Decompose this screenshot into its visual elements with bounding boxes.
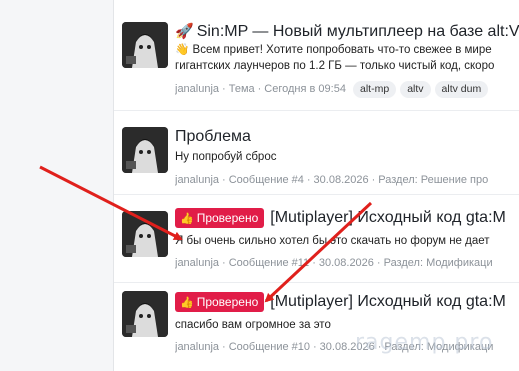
result-meta: janalunja · Сообщение #11 · 30.08.2026 · Разде… <box>175 257 493 269</box>
search-results-panel: 🚀 Sin:MP — Новый мультиплеер на базе alt:… <box>113 0 519 371</box>
thumbs-up-icon: 👍 <box>180 297 194 309</box>
search-result[interactable]: Проблема Ну попробуй сброс janalunja · Соо… <box>114 111 519 195</box>
rocket-icon: 🚀 <box>175 23 194 40</box>
result-title[interactable]: 👍 Проверено [Mutiplayer] Исходный код gta:… <box>175 292 519 312</box>
section-link[interactable]: Раздел: Модификаци <box>384 257 493 269</box>
thumbs-up-icon: 👍 <box>180 213 194 225</box>
result-snippet-line2: гигантских лаунчеров по 1.2 ГБ — только … <box>175 60 495 72</box>
user-avatar[interactable] <box>122 127 168 173</box>
search-result[interactable]: 👍 Проверено [Mutiplayer] Исходный код gta:… <box>114 283 519 371</box>
result-title[interactable]: Проблема <box>175 127 519 147</box>
author-link[interactable]: janalunja <box>175 341 219 353</box>
search-result[interactable]: 🚀 Sin:MP — Новый мультиплеер на базе alt:… <box>114 0 519 111</box>
result-title[interactable]: 👍 Проверено [Mutiplayer] Исходный код gta:… <box>175 208 519 228</box>
section-link[interactable]: Раздел: Решение про <box>378 174 488 186</box>
user-avatar[interactable] <box>122 22 168 68</box>
verified-badge: 👍 Проверено <box>175 208 265 228</box>
user-avatar[interactable] <box>122 211 168 257</box>
user-avatar[interactable] <box>122 291 168 337</box>
author-link[interactable]: janalunja <box>175 174 219 186</box>
tag-pill[interactable]: altv <box>400 81 431 98</box>
author-link[interactable]: janalunja <box>175 83 219 95</box>
waving-hand-icon: 👋 <box>175 44 190 56</box>
author-link[interactable]: janalunja <box>175 257 219 269</box>
verified-badge: 👍 Проверено <box>175 292 265 312</box>
result-title[interactable]: 🚀 Sin:MP — Новый мультиплеер на базе alt:… <box>175 22 519 42</box>
result-snippet: Я бы очень сильно хотел бы это скачать н… <box>175 235 490 247</box>
tag-pill[interactable]: alt-mp <box>353 81 397 98</box>
tag-pill[interactable]: altv dum <box>434 81 489 98</box>
result-snippet: Ну попробуй сброс <box>175 151 277 163</box>
watermark-text: ragemp.pro <box>355 330 494 355</box>
result-meta: janalunja · Сообщение #4 · 30.08.2026 · Раздел… <box>175 174 489 186</box>
result-snippet: 👋 Всем привет! Хотите попробовать что-то… <box>175 44 492 56</box>
result-meta: janalunja · Тема · Сегодня в 09:54 alt-mp alt… <box>175 81 519 98</box>
search-result[interactable]: 👍 Проверено [Mutiplayer] Исходный код gta:… <box>114 195 519 283</box>
